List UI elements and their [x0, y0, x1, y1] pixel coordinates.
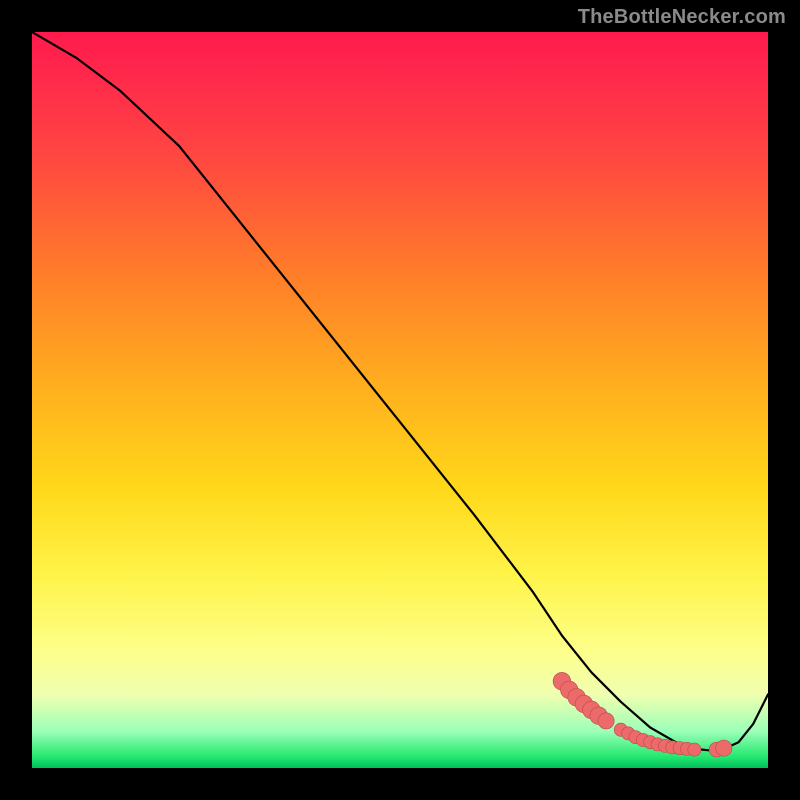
data-marker: [651, 738, 664, 751]
data-marker: [622, 727, 635, 740]
marker-group: [553, 672, 732, 757]
data-marker: [716, 740, 732, 756]
data-marker: [688, 743, 701, 756]
data-marker: [709, 742, 724, 757]
data-marker: [583, 701, 601, 719]
data-marker: [666, 741, 679, 754]
data-marker: [568, 689, 586, 707]
data-marker: [614, 723, 627, 736]
data-marker: [680, 742, 693, 755]
chart-plot-area: [32, 32, 768, 768]
chart-frame: TheBottleNecker.com: [0, 0, 800, 800]
data-marker: [673, 742, 686, 755]
curve-path: [32, 32, 768, 750]
data-marker: [644, 736, 657, 749]
data-marker: [575, 695, 593, 713]
data-marker: [636, 733, 649, 746]
data-marker: [658, 739, 671, 752]
data-marker: [553, 672, 571, 690]
watermark-text: TheBottleNecker.com: [578, 6, 786, 29]
data-marker: [598, 713, 614, 729]
data-marker: [590, 707, 608, 725]
data-marker: [629, 731, 642, 744]
data-marker: [561, 681, 579, 699]
chart-svg: [32, 32, 768, 768]
